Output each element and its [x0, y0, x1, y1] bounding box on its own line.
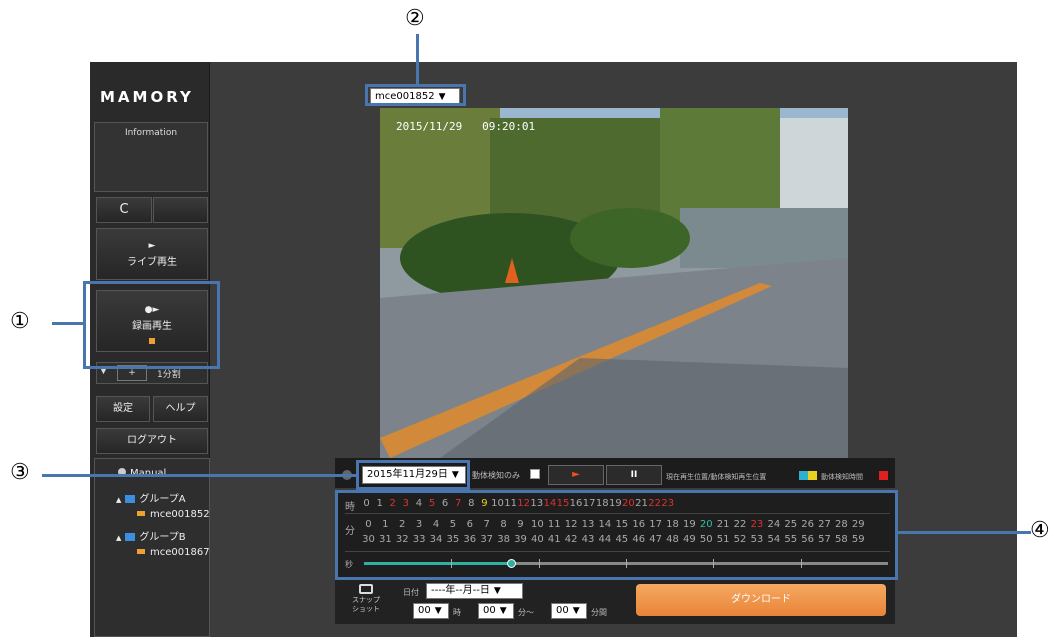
expand-icon[interactable]: ▲ [116, 534, 121, 542]
folder-icon [125, 495, 136, 503]
annotation-box-2 [365, 84, 466, 106]
minute-select[interactable]: 00 ▼ [478, 603, 514, 619]
camera-label: mce001852 [150, 509, 210, 520]
app-logo: MAMORY [100, 88, 194, 106]
hour-select-value: 00 [418, 605, 431, 616]
camera-icon [137, 511, 145, 516]
information-label: Information [124, 128, 178, 138]
download-date-input[interactable]: ----年--月--日 ▼ [426, 583, 523, 599]
help-button[interactable]: ヘルプ [153, 396, 208, 422]
annotation-number-3: ③ [10, 460, 30, 485]
settings-button[interactable]: 設定 [96, 396, 150, 422]
duration-select-value: 00 [556, 605, 569, 616]
blank-button[interactable] [153, 197, 208, 223]
play-button[interactable]: ► [548, 465, 604, 485]
annotation-line-2 [416, 34, 419, 86]
download-date-placeholder: ----年--月--日 [431, 585, 490, 596]
tree-group-b[interactable]: ▲ グループB [116, 528, 186, 543]
folder-icon [125, 533, 136, 541]
date-field-label: 日付 [403, 588, 419, 597]
annotation-number-2: ② [405, 6, 425, 31]
annotation-line-3 [42, 474, 358, 477]
hour-select[interactable]: 00 ▼ [413, 603, 449, 619]
video-timestamp: 2015/11/29 09:20:01 [396, 120, 536, 133]
tree-camera-mce001867[interactable]: mce001867 [137, 547, 210, 558]
duration-select[interactable]: 00 ▼ [551, 603, 587, 619]
camera-icon [137, 549, 145, 554]
video-player[interactable]: 2015/11/29 09:20:01 [380, 108, 848, 458]
live-play-label: ライブ再生 [127, 257, 177, 268]
hour-unit-label: 時 [453, 608, 461, 617]
minute-unit-label: 分～ [518, 608, 534, 617]
play-icon: ► [148, 241, 156, 251]
chevron-down-icon: ▼ [493, 586, 501, 596]
chevron-down-icon: ▼ [572, 606, 580, 616]
camera-label: mce001867 [150, 547, 210, 558]
snapshot-label-1: スナップ [352, 596, 380, 604]
chevron-down-icon: ▼ [499, 606, 507, 616]
legend-position-label: 現在再生位置/動体検知再生位置 [666, 473, 767, 481]
annotation-line-1 [52, 322, 85, 325]
annotation-line-4 [896, 531, 1031, 534]
annotation-box-3 [356, 460, 470, 490]
download-button[interactable]: ダウンロード [636, 584, 886, 616]
annotation-number-4: ④ [1030, 518, 1050, 543]
motion-only-label: 動体検知のみ [472, 471, 520, 480]
legend-motion-label: 動体検知時間 [821, 473, 863, 481]
annotation-box-1 [83, 281, 220, 369]
camera-snapshot-icon [359, 584, 373, 594]
minute-select-value: 00 [483, 605, 496, 616]
snapshot-label-2: ショット [352, 605, 380, 613]
pause-button[interactable]: II [606, 465, 662, 485]
duration-unit-label: 分間 [591, 608, 607, 617]
motion-legend-swatch [879, 471, 888, 480]
motion-only-checkbox[interactable] [530, 469, 540, 479]
tree-group-a[interactable]: ▲ グループA [116, 490, 186, 505]
position-legend-swatch [799, 471, 817, 480]
annotation-box-4 [335, 490, 898, 580]
tree-camera-mce001852[interactable]: mce001852 [137, 509, 210, 520]
chevron-down-icon: ▼ [434, 606, 442, 616]
live-play-button[interactable]: ► ライブ再生 [96, 228, 208, 280]
logout-button[interactable]: ログアウト [96, 428, 208, 454]
group-a-label: グループA [139, 494, 186, 505]
information-panel: Information [94, 122, 208, 192]
annotation-number-1: ① [10, 309, 30, 334]
group-b-label: グループB [139, 532, 186, 543]
expand-icon[interactable]: ▲ [116, 496, 121, 504]
snapshot-button[interactable]: スナップ ショット [343, 582, 389, 622]
refresh-button[interactable]: C [96, 197, 152, 223]
video-frame [380, 108, 848, 458]
